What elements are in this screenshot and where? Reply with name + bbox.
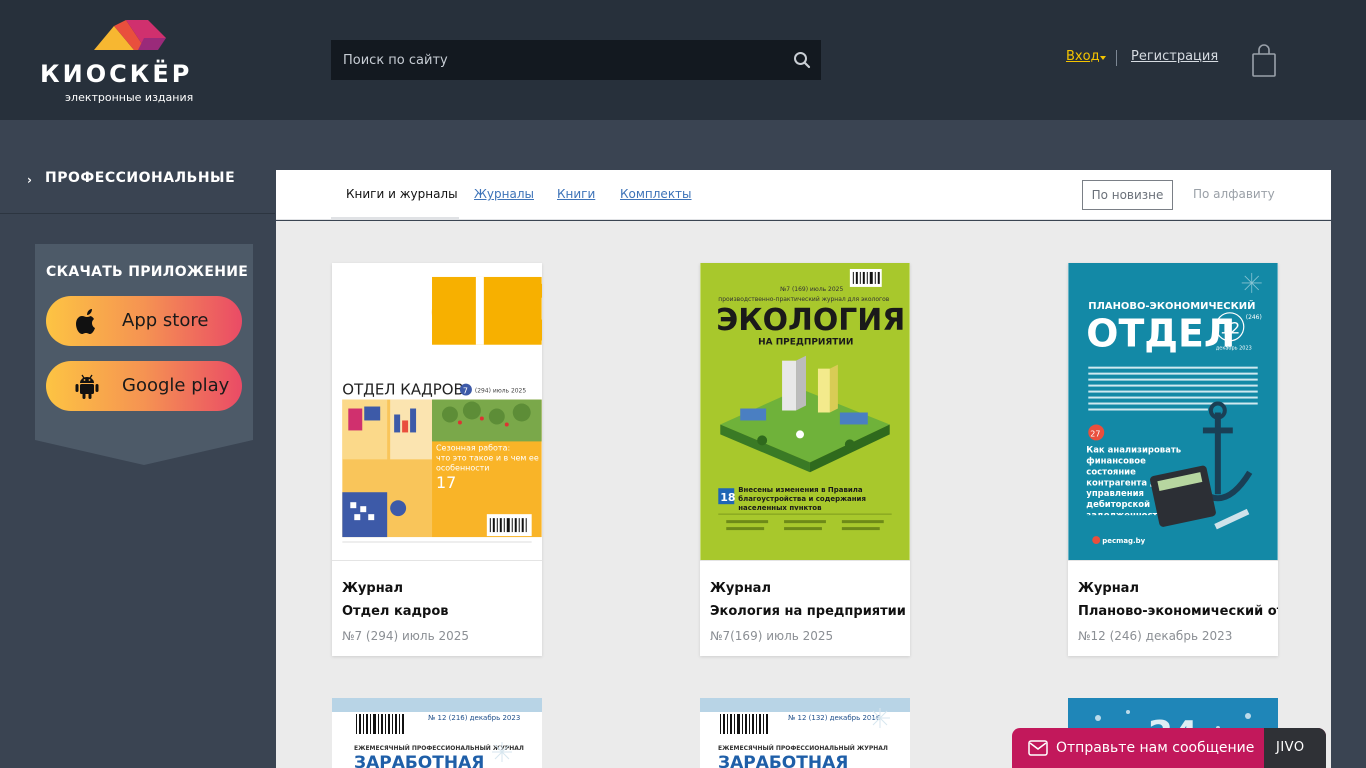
product-card[interactable]: ОК ОТДЕЛ КАДРОВ 7 (294) июль 2025 — [332, 263, 542, 656]
apple-icon — [76, 309, 95, 334]
sort-alphabetical-button[interactable]: По алфавиту — [1193, 187, 1275, 201]
card-title[interactable]: Планово-экономический отдел — [1078, 604, 1278, 619]
search-bar — [331, 40, 821, 80]
product-card[interactable]: ПЛАНОВО-ЭКОНОМИЧЕСКИЙ ОТДЕЛ 12 (246) дек… — [1068, 263, 1278, 656]
sort-by-newest-button[interactable]: По новизне — [1082, 180, 1173, 210]
cover-top-title: ПЛАНОВО-ЭКОНОМИЧЕСКИЙ — [1088, 299, 1255, 312]
login-link[interactable]: Вход — [1066, 49, 1100, 64]
cover-image-zarabotnaya-2016: № 12 (132) декабрь 2016 ЕЖЕМЕСЯЧНЫЙ ПРОФ… — [700, 698, 910, 768]
search-input[interactable] — [331, 40, 781, 80]
cover-big-letters: ОК — [428, 270, 542, 360]
cover-image-planovo-ekonomicheskiy: ПЛАНОВО-ЭКОНОМИЧЕСКИЙ ОТДЕЛ 12 (246) дек… — [1068, 263, 1278, 561]
cover-tagline: ЕЖЕМЕСЯЧНЫЙ ПРОФЕССИОНАЛЬНЫЙ ЖУРНАЛ — [718, 744, 888, 752]
logo-mark-icon — [94, 20, 166, 50]
search-icon[interactable] — [793, 51, 811, 69]
google-play-button[interactable]: Google play — [46, 361, 242, 411]
cover-big-title: ОТДЕЛ — [1086, 312, 1235, 356]
chevron-right-icon: › — [27, 173, 32, 187]
cover-image-zarabotnaya-2023: № 12 (216) декабрь 2023 ЕЖЕМЕСЯЧНЫЙ ПРОФ… — [332, 698, 542, 768]
sidebar-category-label: ПРОФЕССИОНАЛЬНЫЕ — [45, 170, 236, 186]
cover-image-otdel-kadrov: ОК ОТДЕЛ КАДРОВ 7 (294) июль 2025 — [332, 263, 542, 561]
site-header: КИОСКЁР электронные издания Вход Регистр… — [0, 0, 1366, 120]
card-issue: №7 (294) июль 2025 — [342, 629, 470, 643]
cover-issue-date: (294) июль 2025 — [475, 388, 526, 395]
shopping-bag-icon[interactable] — [1250, 44, 1278, 78]
app-download-panel: СКАЧАТЬ ПРИЛОЖЕНИЕ App store Google play — [35, 244, 253, 465]
sidebar-category-professional[interactable]: › ПРОФЕССИОНАЛЬНЫЕ — [0, 160, 275, 214]
cover-issue-line: №7 (169) июль 2025 — [780, 286, 843, 293]
cover-page-number: 18 — [720, 491, 735, 504]
cover-band-title: НА ПРЕДПРИЯТИИ — [758, 338, 853, 348]
cover-magazine-name: ОТДЕЛ КАДРОВ — [342, 381, 463, 399]
cover-issue-number: 12 — [1220, 319, 1240, 338]
cover-page-number: 27 — [1090, 429, 1100, 438]
register-link[interactable]: Регистрация — [1131, 49, 1218, 64]
card-type: Журнал — [342, 581, 403, 596]
cover-issue-extra: (246) — [1246, 314, 1262, 321]
app-download-title: СКАЧАТЬ ПРИЛОЖЕНИЕ — [46, 264, 249, 280]
header-divider — [1116, 50, 1117, 66]
app-store-label: App store — [122, 310, 209, 331]
active-tab-indicator — [331, 217, 459, 220]
card-type: Журнал — [1078, 581, 1139, 596]
product-card[interactable]: № 12 (132) декабрь 2016 ЕЖЕМЕСЯЧНЫЙ ПРОФ… — [700, 698, 910, 768]
cover-page-number: 17 — [436, 473, 456, 492]
tab-bundles[interactable]: Комплекты — [620, 187, 692, 201]
card-title[interactable]: Отдел кадров — [342, 604, 542, 619]
logo-name: КИОСКЁР — [40, 60, 193, 88]
cover-headline: Внесены изменения в Правила благоустройс… — [738, 486, 866, 511]
chat-widget-button[interactable]: Отправьте нам сообщение JIVO — [1012, 728, 1326, 768]
cover-issue-date: декабрь 2023 — [1216, 346, 1252, 352]
catalog-tabs-bar: Книги и журналы Журналы Книги Комплекты … — [276, 170, 1331, 220]
chat-message-label: Отправьте нам сообщение — [1056, 740, 1255, 756]
cover-big-title: ЗАРАБОТНАЯ — [718, 753, 848, 768]
logo-subtitle: электронные издания — [65, 91, 194, 104]
tab-books-and-journals[interactable]: Книги и журналы — [346, 187, 458, 201]
cover-headline-line3: особенности — [436, 463, 489, 472]
chevron-down-icon[interactable] — [1100, 56, 1106, 60]
tab-journals[interactable]: Журналы — [474, 187, 534, 201]
cover-big-title: ЭКОЛОГИЯ — [716, 303, 905, 338]
cover-headline-line2: что это такое и в чем ее — [436, 453, 539, 462]
product-card[interactable]: № 12 (216) декабрь 2023 ЕЖЕМЕСЯЧНЫЙ ПРОФ… — [332, 698, 542, 768]
cover-headline-line1: Сезонная работа: — [436, 443, 510, 452]
cover-image-ekologiya: №7 (169) июль 2025 производственно-практ… — [700, 263, 910, 561]
card-issue: №7(169) июль 2025 — [710, 629, 834, 643]
product-card[interactable]: №7 (169) июль 2025 производственно-практ… — [700, 263, 910, 656]
chat-brand-label: JIVO — [1264, 728, 1326, 768]
cover-issue-line: № 12 (216) декабрь 2023 — [428, 714, 520, 722]
envelope-icon — [1028, 740, 1048, 756]
card-type: Журнал — [710, 581, 771, 596]
cover-issue-number: 7 — [463, 387, 468, 396]
google-play-label: Google play — [122, 375, 230, 396]
app-store-button[interactable]: App store — [46, 296, 242, 346]
site-logo[interactable]: КИОСКЁР электронные издания — [40, 18, 220, 108]
card-issue: №12 (246) декабрь 2023 — [1078, 629, 1233, 643]
cover-issue-line: № 12 (132) декабрь 2016 — [788, 714, 881, 722]
android-icon — [75, 374, 99, 399]
card-title[interactable]: Экология на предприятии — [710, 604, 910, 619]
tab-books[interactable]: Книги — [557, 187, 595, 201]
catalog-grid: ОК ОТДЕЛ КАДРОВ 7 (294) июль 2025 — [276, 221, 1331, 768]
cover-big-title: ЗАРАБОТНАЯ — [354, 753, 484, 768]
cover-site: pecmag.by — [1102, 537, 1145, 545]
